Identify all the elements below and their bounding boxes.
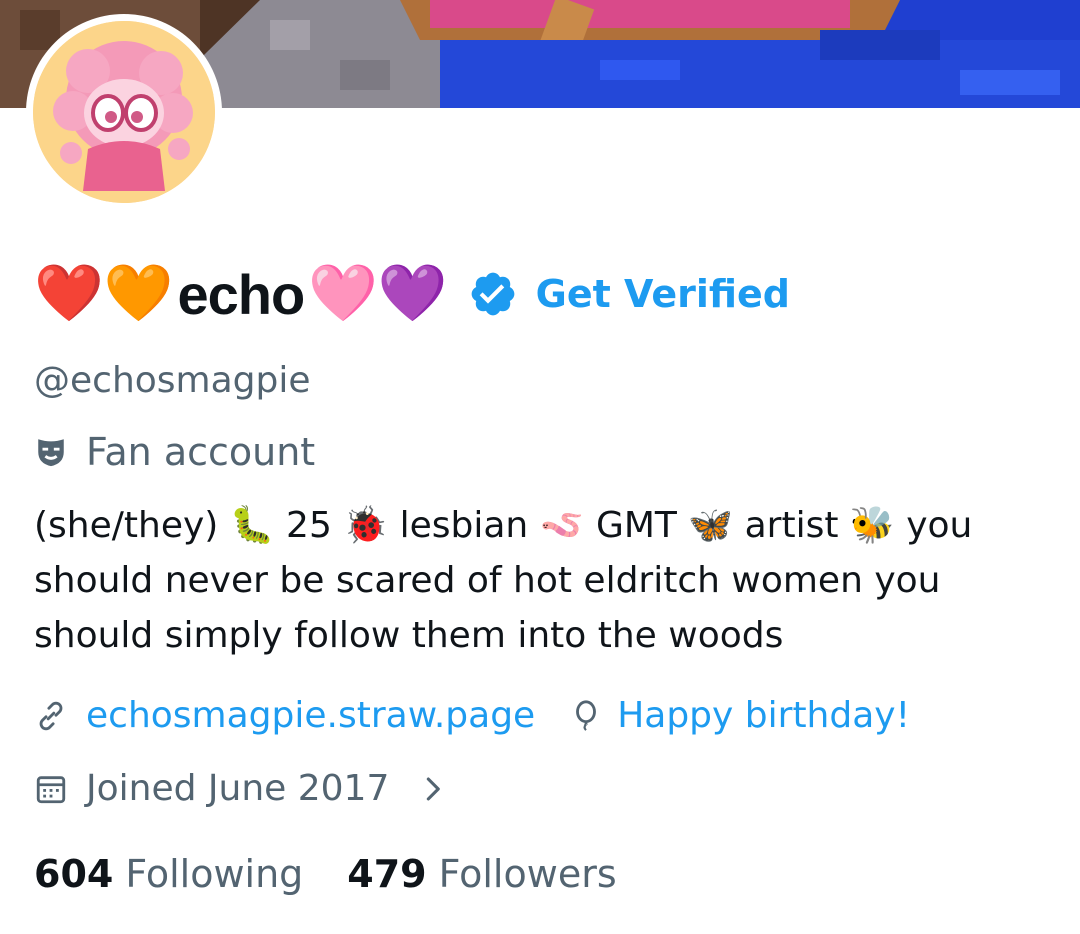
profile-meta-row: echosmagpie.straw.page Happy birthday! [34, 695, 910, 736]
display-name: echo [177, 262, 305, 326]
category-label: Fan account [86, 430, 316, 474]
orange-heart-emoji: 🧡 [103, 261, 174, 326]
bio-text: GMT [584, 505, 689, 546]
avatar[interactable] [33, 21, 215, 203]
follow-stats: 604 Following 479 Followers [34, 852, 617, 896]
get-verified-link[interactable]: Get Verified [536, 272, 790, 316]
following-label: Following [125, 852, 304, 896]
balloon-icon [576, 699, 597, 731]
followers-label: Followers [438, 852, 617, 896]
worm-emoji: 🪱 [539, 505, 585, 546]
profile-handle: @echosmagpie [34, 360, 311, 401]
joined-date-row[interactable]: Joined June 2017 [34, 768, 469, 809]
following-stat[interactable]: 604 Following [34, 852, 303, 896]
calendar-icon [36, 775, 66, 803]
bio-text: lesbian [388, 505, 540, 546]
bee-emoji: 🐝 [849, 505, 895, 546]
birthday-link[interactable]: Happy birthday! [617, 695, 910, 736]
bio-text: (she/they) [34, 505, 230, 546]
caterpillar-emoji: 🐛 [229, 505, 275, 546]
pink-heart-emoji: 🩷 [308, 261, 378, 326]
followers-count: 479 [347, 852, 427, 896]
bio-text: artist [733, 505, 850, 546]
name-row: ❤️ 🧡 echo 🩷 💜 Get Verified [34, 252, 790, 336]
bio-text: 25 [274, 505, 344, 546]
mask-icon [38, 439, 64, 467]
profile-category: Fan account [34, 430, 315, 474]
ladybug-emoji: 🐞 [343, 505, 389, 546]
avatar-image [33, 21, 215, 203]
purple-heart-emoji: 💜 [377, 261, 448, 326]
link-icon [39, 701, 63, 730]
red-heart-emoji: ❤️ [34, 261, 104, 326]
followers-stat[interactable]: 479 Followers [347, 852, 616, 896]
verified-badge-icon[interactable] [468, 269, 518, 319]
butterfly-emoji: 🦋 [688, 505, 734, 546]
following-count: 604 [34, 852, 114, 896]
chevron-right-icon [427, 777, 441, 800]
website-link[interactable]: echosmagpie.straw.page [86, 695, 535, 736]
profile-bio: (she/they) 🐛 25 🐞 lesbian 🪱 GMT 🦋 artist… [34, 498, 1064, 663]
joined-date: Joined June 2017 [86, 768, 390, 809]
